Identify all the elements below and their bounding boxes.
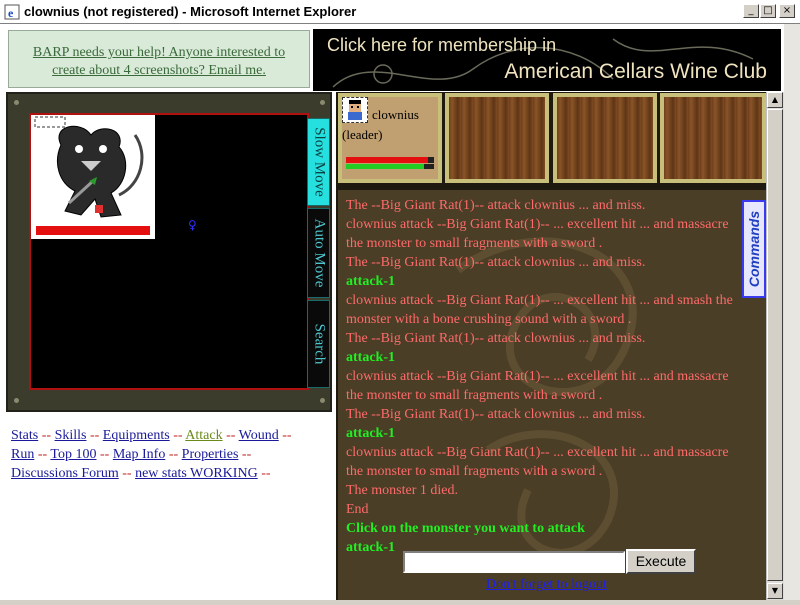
log-combat-line: clownius attack --Big Giant Rat(1)-- ...… [346, 217, 729, 251]
log-combat-line: The --Big Giant Rat(1)-- attack clownius… [346, 331, 646, 346]
minimize-button[interactable]: _ [743, 4, 759, 18]
log-combat-line: The monster 1 died. [346, 483, 458, 498]
party-slot-4[interactable] [660, 93, 766, 183]
party-member-name: clownius [372, 107, 419, 122]
link-run[interactable]: Run [11, 447, 34, 462]
log-combat-line: End [346, 502, 369, 517]
player-mp-bar [346, 164, 425, 169]
tab-auto-move-label: Auto Move [311, 218, 327, 288]
execute-button[interactable]: Execute [626, 549, 696, 574]
log-combat-line: The --Big Giant Rat(1)-- attack clownius… [346, 407, 646, 422]
tab-search-label: Search [311, 323, 327, 365]
ad-line2: American Cellars Wine Club [504, 60, 767, 83]
link-attack[interactable]: Attack [185, 428, 222, 443]
page-scrollbar[interactable] [784, 24, 800, 600]
tab-slow-move[interactable]: Slow Move [307, 118, 330, 206]
frame-rivet [14, 398, 19, 403]
frame-rivet [320, 398, 325, 403]
scrollbar-thumb[interactable] [767, 109, 783, 581]
giant-rat-icon [34, 116, 144, 218]
party-slot-2[interactable] [445, 93, 549, 183]
player-avatar [342, 97, 368, 123]
combat-log: The --Big Giant Rat(1)-- attack clownius… [346, 196, 746, 557]
tab-slow-move-label: Slow Move [311, 127, 327, 197]
log-combat-line: The --Big Giant Rat(1)-- attack clownius… [346, 198, 646, 213]
link-skills[interactable]: Skills [55, 428, 87, 443]
scroll-up-icon: ▲ [771, 95, 779, 104]
log-action-line: attack-1 [346, 274, 395, 289]
logout-link[interactable]: Don't forget to logout [486, 577, 607, 593]
command-input[interactable] [403, 551, 625, 573]
frame-rivet [14, 100, 19, 105]
log-combat-line: clownius attack --Big Giant Rat(1)-- ...… [346, 369, 729, 403]
monster-portrait[interactable] [31, 115, 155, 239]
scroll-down-button[interactable]: ▼ [767, 583, 783, 599]
party-member-role: (leader) [342, 127, 383, 142]
help-banner-line1[interactable]: BARP needs your help! Anyone interested … [33, 45, 285, 60]
player-hp-track [346, 157, 434, 163]
player-avatar-icon [348, 100, 362, 120]
svg-text:e: e [8, 6, 14, 20]
window-title: clownius (not registered) - Microsoft In… [24, 4, 357, 19]
player-hp-bar [346, 157, 428, 163]
close-icon: × [782, 5, 792, 16]
log-combat-line: clownius attack --Big Giant Rat(1)-- ...… [346, 293, 733, 327]
window-titlebar: e clownius (not registered) - Microsoft … [0, 0, 800, 24]
internet-explorer-icon: e [4, 4, 20, 20]
link-new-stats[interactable]: new stats WORKING [135, 466, 258, 481]
scroll-down-icon: ▼ [771, 586, 779, 595]
tab-auto-move[interactable]: Auto Move [307, 208, 330, 298]
wine-club-ad[interactable]: Click here for membership in American Ce… [313, 29, 781, 91]
scroll-up-button[interactable]: ▲ [767, 92, 783, 108]
frame-rivet [320, 100, 325, 105]
ad-line1: Click here for membership in [327, 35, 557, 55]
tab-search[interactable]: Search [307, 300, 330, 388]
link-wound[interactable]: Wound [239, 428, 279, 443]
link-properties[interactable]: Properties [182, 447, 239, 462]
help-banner-line2[interactable]: create about 4 screenshots? Email me. [52, 63, 266, 78]
log-action-line: attack-1 [346, 350, 395, 365]
close-button[interactable]: × [779, 4, 795, 18]
log-combat-line: The --Big Giant Rat(1)-- attack clownius… [346, 255, 646, 270]
maximize-icon: □ [763, 5, 773, 16]
link-equipments[interactable]: Equipments [103, 428, 170, 443]
log-combat-line: clownius attack --Big Giant Rat(1)-- ...… [346, 445, 729, 479]
player-mp-track [346, 164, 434, 169]
help-banner[interactable]: BARP needs your help! Anyone interested … [8, 30, 310, 88]
maximize-button[interactable]: □ [760, 4, 776, 18]
link-top-100[interactable]: Top 100 [50, 447, 96, 462]
link-stats[interactable]: Stats [11, 428, 38, 443]
minimize-icon: _ [748, 5, 754, 16]
commands-tab-label: Commands [746, 210, 762, 288]
log-action-line: Click on the monster you want to attack [346, 521, 585, 536]
player-marker-icon: ♀ [188, 218, 197, 232]
commands-tab[interactable]: Commands [742, 200, 766, 298]
party-slot-3[interactable] [553, 93, 657, 183]
monster-health-bar [36, 226, 150, 235]
link-map-info[interactable]: Map Info [113, 447, 166, 462]
party-slot-1[interactable]: clownius (leader) [338, 93, 442, 183]
link-discussions-forum[interactable]: Discussions Forum [11, 466, 119, 481]
nav-links: Stats -- Skills -- Equipments -- Attack … [6, 416, 328, 600]
log-action-line: attack-1 [346, 426, 395, 441]
